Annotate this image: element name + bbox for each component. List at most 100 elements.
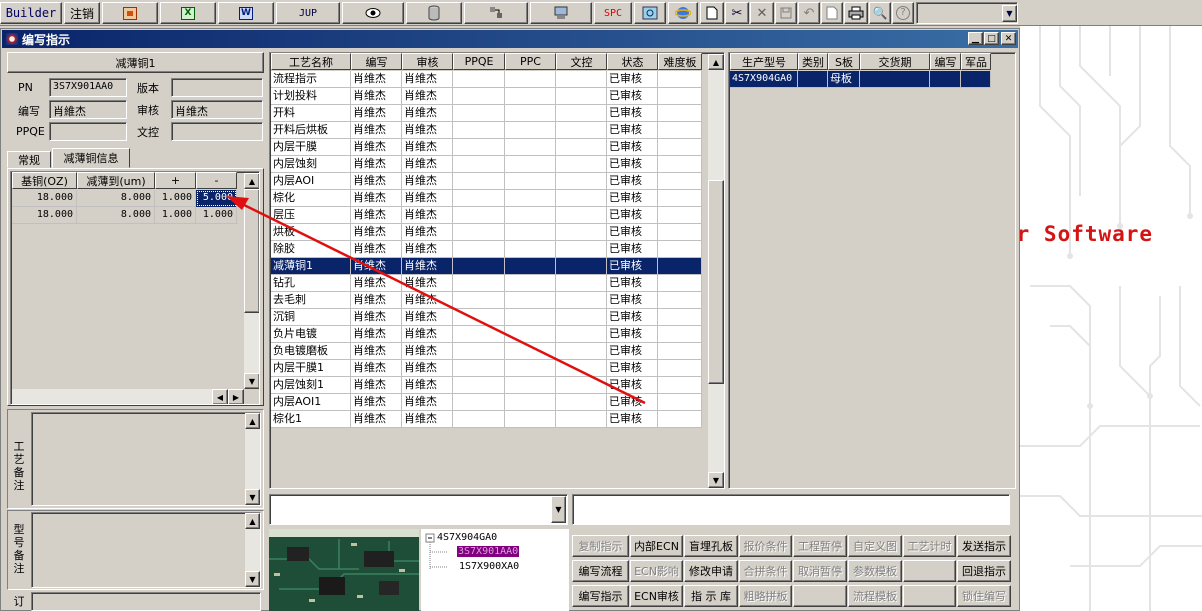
table-row[interactable]: 减薄铜1 肖维杰 肖维杰 已审核 xyxy=(271,258,702,275)
table-cell[interactable] xyxy=(505,122,556,139)
table-cell[interactable]: 肖维杰 xyxy=(402,241,453,258)
table-cell[interactable]: 18.000 xyxy=(12,207,77,224)
table-row[interactable]: 烘板 肖维杰 肖维杰 已审核 xyxy=(271,224,702,241)
table-row[interactable]: 内层AOI 肖维杰 肖维杰 已审核 xyxy=(271,173,702,190)
table-cell[interactable]: 减薄铜1 xyxy=(271,258,351,275)
table-row[interactable]: 内层蚀刻1 肖维杰 肖维杰 已审核 xyxy=(271,377,702,394)
table-cell[interactable]: 18.000 xyxy=(12,190,77,207)
table-cell[interactable] xyxy=(556,190,607,207)
table-cell[interactable] xyxy=(658,326,702,343)
table-cell[interactable]: 已审核 xyxy=(607,326,658,343)
table-cell[interactable] xyxy=(453,411,505,428)
table-cell[interactable] xyxy=(505,309,556,326)
table-cell[interactable]: 肖维杰 xyxy=(351,394,402,411)
table-cell[interactable] xyxy=(505,241,556,258)
table-cell[interactable] xyxy=(505,377,556,394)
table-cell[interactable]: 肖维杰 xyxy=(351,275,402,292)
table-cell[interactable]: 肖维杰 xyxy=(351,139,402,156)
col-header[interactable]: 交货期 xyxy=(860,53,930,70)
table-cell[interactable] xyxy=(658,122,702,139)
table-cell[interactable] xyxy=(556,275,607,292)
col-header[interactable]: 军品 xyxy=(961,53,991,70)
table-cell[interactable]: 肖维杰 xyxy=(351,326,402,343)
action-button[interactable]: 锁住编写 xyxy=(957,585,1011,607)
table-cell[interactable] xyxy=(658,275,702,292)
col-header[interactable]: 基铜(OZ) xyxy=(12,172,77,189)
table-cell[interactable]: 肖维杰 xyxy=(402,173,453,190)
writer-field[interactable]: 肖維杰 xyxy=(49,100,127,119)
table-cell[interactable] xyxy=(505,394,556,411)
table-cell[interactable]: 1.000 xyxy=(155,190,196,207)
network-icon[interactable] xyxy=(464,2,528,24)
table-cell[interactable]: 肖维杰 xyxy=(351,377,402,394)
action-button[interactable]: 复制指示 xyxy=(572,535,629,557)
table-cell[interactable]: 肖维杰 xyxy=(402,360,453,377)
table-cell[interactable] xyxy=(453,292,505,309)
table-row[interactable]: 沉铜 肖维杰 肖维杰 已审核 xyxy=(271,309,702,326)
table-cell[interactable] xyxy=(556,258,607,275)
table-cell[interactable]: 肖维杰 xyxy=(402,224,453,241)
table-row[interactable]: 层压 肖维杰 肖维杰 已审核 xyxy=(271,207,702,224)
table-cell[interactable]: 已审核 xyxy=(607,377,658,394)
table-row[interactable]: 内层蚀刻 肖维杰 肖维杰 已审核 xyxy=(271,156,702,173)
table-cell[interactable]: 层压 xyxy=(271,207,351,224)
table-cell[interactable]: 肖维杰 xyxy=(351,309,402,326)
table-cell[interactable]: 肖维杰 xyxy=(351,88,402,105)
table-cell[interactable] xyxy=(453,241,505,258)
horizontal-scrollbar[interactable]: ◀ ▶ xyxy=(12,389,244,404)
table-cell[interactable] xyxy=(505,207,556,224)
table-cell[interactable] xyxy=(453,309,505,326)
table-cell[interactable]: 肖维杰 xyxy=(351,241,402,258)
table-cell[interactable] xyxy=(798,71,828,88)
table-cell[interactable] xyxy=(658,241,702,258)
tab-thin-copper-info[interactable]: 减薄铜信息 xyxy=(52,148,130,168)
doc-control-field[interactable] xyxy=(171,122,263,141)
table-cell[interactable] xyxy=(556,224,607,241)
col-header[interactable]: PPQE xyxy=(453,53,505,70)
table-cell[interactable]: 已审核 xyxy=(607,71,658,88)
table-row[interactable]: 内层干膜 肖维杰 肖维杰 已审核 xyxy=(271,139,702,156)
table-cell[interactable]: 肖维杰 xyxy=(402,258,453,275)
table-row[interactable]: 18.000 8.000 1.000 5.000 xyxy=(12,190,238,207)
action-button[interactable] xyxy=(793,585,847,607)
model-note-textarea[interactable]: ▲ ▼ xyxy=(31,512,261,588)
undo-icon[interactable]: ↶ xyxy=(798,2,820,24)
table-row[interactable]: 4S7X904GA0 母板 xyxy=(730,71,991,88)
preview-icon[interactable] xyxy=(821,2,843,24)
action-button[interactable]: 合拼条件 xyxy=(739,560,792,582)
table-cell[interactable] xyxy=(658,207,702,224)
table-cell[interactable]: 肖维杰 xyxy=(351,105,402,122)
close-icon[interactable]: ✕ xyxy=(1001,32,1016,45)
table-cell[interactable] xyxy=(505,156,556,173)
table-cell[interactable] xyxy=(556,377,607,394)
chevron-down-icon[interactable]: ▼ xyxy=(1002,4,1017,22)
table-cell[interactable] xyxy=(453,394,505,411)
table-row[interactable]: 负电镀磨板 肖维杰 肖维杰 已审核 xyxy=(271,343,702,360)
table-cell[interactable] xyxy=(505,139,556,156)
jup-button[interactable]: JUP xyxy=(276,2,340,24)
table-cell[interactable]: 已审核 xyxy=(607,241,658,258)
table-cell[interactable]: 已审核 xyxy=(607,360,658,377)
action-button[interactable]: 报价条件 xyxy=(739,535,792,557)
table-cell[interactable]: 肖维杰 xyxy=(351,173,402,190)
table-cell[interactable] xyxy=(658,224,702,241)
table-cell[interactable]: 内层AOI xyxy=(271,173,351,190)
action-button[interactable]: 回退指示 xyxy=(957,560,1011,582)
table-cell[interactable]: 已审核 xyxy=(607,292,658,309)
table-cell[interactable] xyxy=(453,156,505,173)
table-cell[interactable]: 肖维杰 xyxy=(402,292,453,309)
table-cell[interactable]: 已审核 xyxy=(607,343,658,360)
table-row[interactable]: 内层干膜1 肖维杰 肖维杰 已审核 xyxy=(271,360,702,377)
table-cell[interactable] xyxy=(453,377,505,394)
table-cell[interactable] xyxy=(505,190,556,207)
version-field[interactable] xyxy=(171,78,263,97)
col-header[interactable]: 生产型号 xyxy=(730,53,798,70)
table-cell[interactable] xyxy=(930,71,961,88)
table-cell[interactable] xyxy=(505,343,556,360)
table-cell[interactable] xyxy=(658,173,702,190)
table-cell[interactable] xyxy=(505,173,556,190)
action-button[interactable]: 内部ECN xyxy=(630,535,683,557)
table-cell[interactable] xyxy=(453,173,505,190)
table-cell[interactable]: 去毛刺 xyxy=(271,292,351,309)
scroll-left-icon[interactable]: ◀ xyxy=(212,389,228,404)
